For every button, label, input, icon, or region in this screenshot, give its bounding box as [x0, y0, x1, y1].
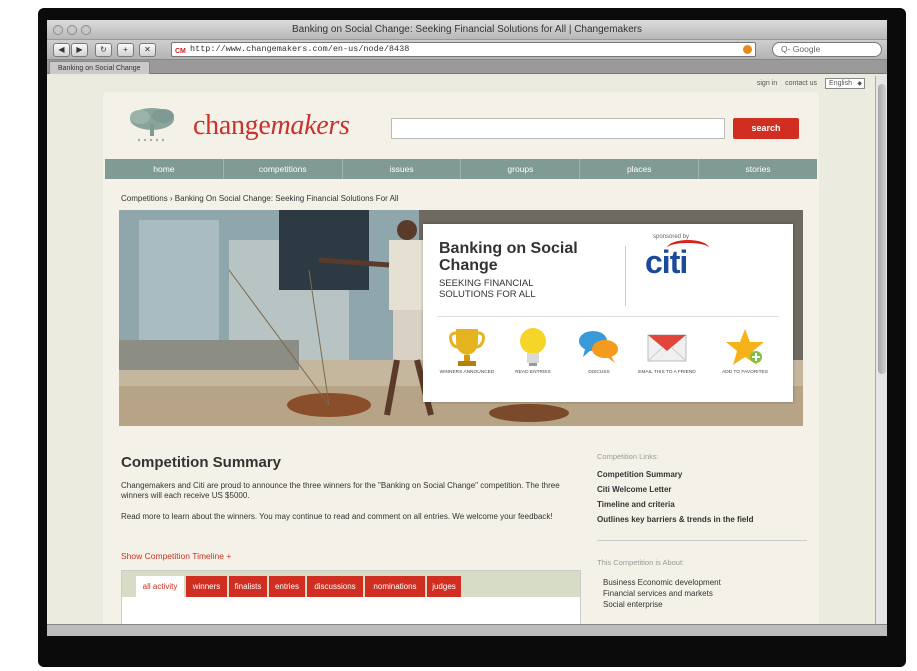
tab-finalists[interactable]: finalists — [229, 576, 267, 597]
winners-announced-label: WINNERS ANNOUNCED — [439, 370, 495, 375]
competition-title: Banking on Social Change — [439, 240, 578, 274]
tab-judges[interactable]: judges — [427, 576, 461, 597]
competition-summary-heading: Competition Summary — [121, 454, 282, 471]
google-search-field[interactable]: Q- Google — [772, 42, 882, 57]
summary-paragraph-1: Changemakers and Citi are proud to annou… — [121, 481, 560, 500]
page-panel: changemakers search home competitions is… — [103, 92, 819, 624]
activity-tabs: all activity winners finalists entries d… — [122, 571, 580, 597]
forward-button[interactable]: ▶ — [71, 43, 88, 57]
citi-logo[interactable]: citi — [645, 244, 688, 281]
vertical-scrollbar[interactable] — [875, 76, 887, 624]
status-bar — [47, 624, 887, 636]
scrollbar-thumb[interactable] — [878, 84, 886, 374]
sign-in-link[interactable]: sign in — [757, 80, 777, 87]
rss-icon[interactable] — [743, 45, 752, 54]
email-friend-action[interactable]: EMAIL THIS TO A FRIEND — [637, 324, 697, 375]
competition-about-heading: This Competition is About: — [597, 558, 685, 567]
site-logo[interactable]: changemakers — [193, 110, 350, 142]
link-barriers-trends[interactable]: Outlines key barriers & trends in the fi… — [597, 515, 754, 524]
competition-card: Banking on Social Change SEEKING FINANCI… — [423, 224, 793, 402]
tab-nominations[interactable]: nominations — [365, 576, 425, 597]
nav-home[interactable]: home — [105, 159, 224, 179]
browser-tab[interactable]: Banking on Social Change — [49, 61, 150, 74]
email-friend-label: EMAIL THIS TO A FRIEND — [638, 370, 696, 375]
page-viewport: sign in contact us English changemakers … — [47, 76, 875, 624]
contact-us-link[interactable]: contact us — [785, 80, 817, 87]
lightbulb-icon — [503, 324, 563, 370]
competition-subtitle: SEEKING FINANCIAL SOLUTIONS FOR ALL — [439, 278, 536, 300]
read-entries-action[interactable]: READ ENTRIES — [503, 324, 563, 375]
card-divider — [625, 246, 626, 306]
read-entries-label: READ ENTRIES — [515, 370, 551, 375]
add-favorites-label: ADD TO FAVORITES — [722, 370, 768, 375]
reload-button[interactable]: ↻ — [95, 43, 112, 57]
activity-tabs-panel: all activity winners finalists entries d… — [121, 570, 581, 624]
add-bookmark-button[interactable]: + — [117, 43, 134, 57]
browser-toolbar: ◀ ▶ ↻ + ✕ CM http://www.changemakers.com… — [47, 40, 887, 60]
stop-button[interactable]: ✕ — [139, 43, 156, 57]
aside-divider — [597, 540, 807, 541]
envelope-icon — [637, 324, 697, 370]
tag-social-enterprise[interactable]: Social enterprise — [603, 600, 663, 609]
sponsor-label: sponsored by — [653, 234, 690, 240]
nav-competitions[interactable]: competitions — [224, 159, 343, 179]
language-select[interactable]: English — [825, 78, 865, 89]
site-favicon-icon: CM — [175, 48, 186, 55]
show-timeline-link[interactable]: Show Competition Timeline + — [121, 551, 231, 561]
window-title: Banking on Social Change: Seeking Financ… — [291, 24, 643, 35]
tag-business-economic[interactable]: Business Economic development — [603, 578, 721, 587]
link-competition-summary[interactable]: Competition Summary — [597, 470, 682, 479]
link-timeline-criteria[interactable]: Timeline and criteria — [597, 500, 675, 509]
site-search-input[interactable] — [391, 118, 725, 139]
tree-logo-icon — [130, 108, 174, 142]
add-favorites-action[interactable]: ADD TO FAVORITES — [715, 324, 775, 375]
browser-window: Banking on Social Change: Seeking Financ… — [47, 20, 887, 636]
winners-announced-action[interactable]: WINNERS ANNOUNCED — [437, 324, 497, 375]
discuss-label: DISCUSS — [588, 370, 610, 375]
trophy-icon — [437, 324, 497, 370]
star-icon — [715, 324, 775, 370]
tab-entries[interactable]: entries — [269, 576, 305, 597]
address-bar[interactable]: CM http://www.changemakers.com/en-us/nod… — [171, 42, 756, 57]
link-citi-welcome-letter[interactable]: Citi Welcome Letter — [597, 485, 672, 494]
tab-all-activity[interactable]: all activity — [136, 576, 184, 597]
summary-paragraph-2: Read more to learn about the winners. Yo… — [121, 512, 553, 521]
speech-bubbles-icon — [569, 324, 629, 370]
card-rule — [437, 316, 779, 317]
tab-bar: Banking on Social Change — [47, 60, 887, 74]
discuss-action[interactable]: DISCUSS — [569, 324, 629, 375]
title-bar: Banking on Social Change: Seeking Financ… — [47, 20, 887, 40]
search-button[interactable]: search — [733, 118, 799, 139]
competition-links-heading: Competition Links: — [597, 452, 659, 461]
main-nav: home competitions issues groups places s… — [105, 159, 817, 179]
address-bar-text: http://www.changemakers.com/en-us/node/8… — [190, 44, 410, 54]
nav-places[interactable]: places — [580, 159, 700, 179]
utility-links: sign in contact us English — [757, 78, 865, 89]
back-button[interactable]: ◀ — [53, 43, 70, 57]
nav-issues[interactable]: issues — [343, 159, 462, 179]
nav-groups[interactable]: groups — [461, 159, 581, 179]
breadcrumb[interactable]: Competitions › Banking On Social Change:… — [121, 194, 398, 203]
tag-financial-services[interactable]: Financial services and markets — [603, 589, 713, 598]
hero-banner: Banking on Social Change SEEKING FINANCI… — [119, 210, 803, 426]
tab-winners[interactable]: winners — [186, 576, 227, 597]
tab-discussions[interactable]: discussions — [307, 576, 363, 597]
nav-stories[interactable]: stories — [699, 159, 817, 179]
